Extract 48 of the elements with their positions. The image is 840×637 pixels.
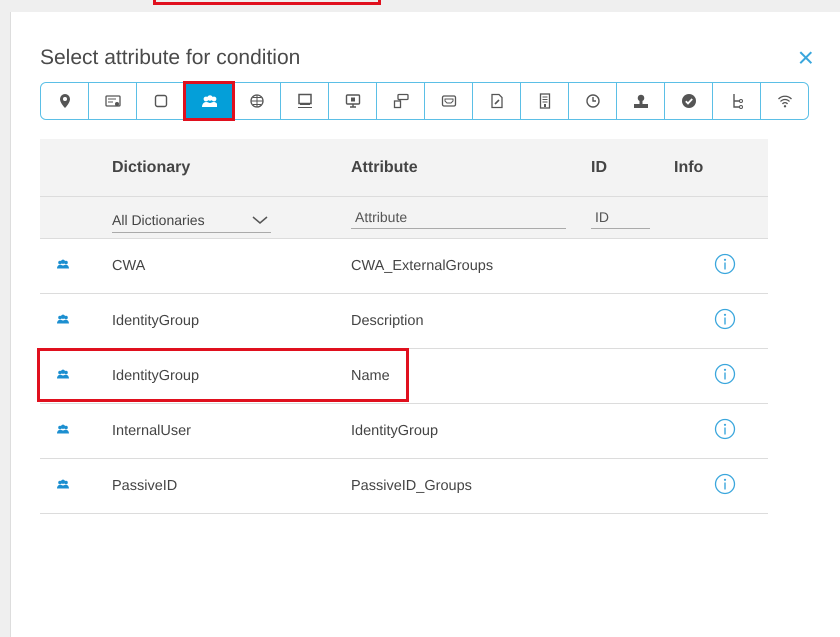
computer-icon	[296, 93, 312, 109]
table-row[interactable]: IdentityGroup Description	[40, 294, 768, 349]
group-icon	[54, 423, 72, 435]
table-cell-text: InternalUser	[112, 423, 192, 439]
table-cell-text: PassiveID_Groups	[351, 478, 473, 494]
group-icon	[54, 258, 72, 270]
info-icon[interactable]	[714, 418, 736, 440]
certificate-icon	[104, 93, 120, 109]
check-icon	[680, 93, 696, 109]
table-cell-text: CWA	[112, 258, 146, 274]
group-icon	[200, 93, 216, 109]
port-icon	[440, 93, 456, 109]
square-icon	[152, 93, 168, 109]
column-header: Attribute	[351, 158, 419, 176]
table-cell-text: IdentityGroup	[112, 313, 200, 329]
document-icon	[488, 93, 504, 109]
table-row[interactable]: IdentityGroup Name	[40, 349, 768, 404]
table-row[interactable]: InternalUser IdentityGroup	[40, 404, 768, 459]
column-header: ID	[591, 158, 608, 176]
info-icon[interactable]	[714, 363, 736, 385]
chevron-down-icon	[251, 215, 269, 225]
table-row[interactable]: PassiveID PassiveID_Groups	[40, 459, 768, 514]
network-icon	[392, 93, 408, 109]
info-icon[interactable]	[714, 253, 736, 275]
toolbar-button[interactable]	[41, 83, 89, 119]
table-cell-text: Name	[351, 368, 391, 384]
info-icon[interactable]	[714, 473, 736, 495]
clock-icon	[584, 93, 600, 109]
table-row[interactable]: CWA CWA_ExternalGroups	[40, 239, 768, 294]
toolbar-button[interactable]	[185, 83, 233, 119]
attribute-filter-field[interactable]: Attribute	[351, 206, 566, 228]
wifi-icon	[776, 93, 792, 109]
column-header: Dictionary	[112, 158, 192, 176]
id-filter-field[interactable]: ID	[591, 206, 650, 228]
column-header: Info	[674, 158, 704, 176]
group-icon	[54, 313, 72, 325]
dialog-title: Select attribute for condition	[40, 46, 300, 70]
group-icon	[54, 478, 72, 490]
monitor-icon	[344, 93, 360, 109]
table-cell-text: PassiveID	[112, 478, 178, 494]
group-icon	[54, 368, 72, 380]
table-cell-text: IdentityGroup	[112, 368, 200, 384]
info-icon[interactable]	[714, 308, 736, 330]
table-cell-text: CWA_ExternalGroups	[351, 258, 494, 274]
dictionary-dropdown[interactable]: All Dictionaries	[112, 208, 271, 233]
table-cell-text: IdentityGroup	[351, 423, 440, 439]
globe-icon	[248, 93, 264, 109]
table-cell-text: Description	[351, 313, 425, 329]
